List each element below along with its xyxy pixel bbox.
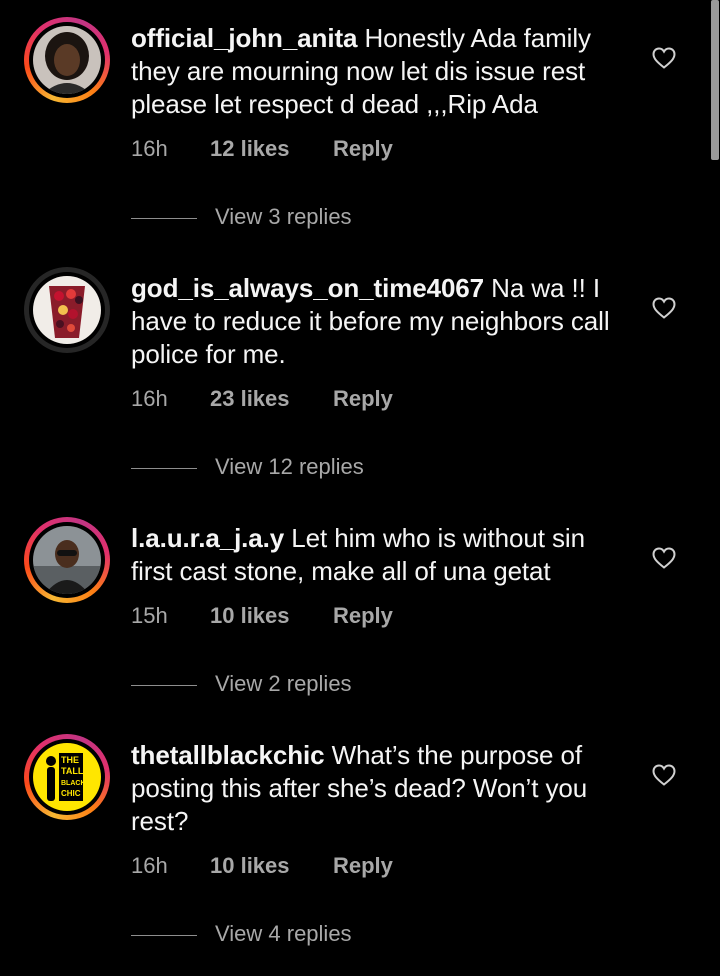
divider bbox=[131, 684, 197, 686]
comment-time: 15h bbox=[131, 603, 168, 628]
comment-username[interactable]: official_john_anita bbox=[131, 23, 357, 53]
avatar-story-ring[interactable] bbox=[24, 517, 110, 603]
comment-meta: 16h 12 likes Reply bbox=[131, 136, 393, 162]
avatar-frame[interactable] bbox=[24, 267, 110, 353]
scrollbar[interactable] bbox=[711, 0, 719, 160]
view-replies-label: View 12 replies bbox=[215, 454, 364, 479]
avatar[interactable]: THE TALL BLACK CHIC bbox=[33, 743, 101, 811]
comment-time: 16h bbox=[131, 386, 168, 411]
comment-text: official_john_anita Honestly Ada family … bbox=[131, 22, 631, 121]
comment-username[interactable]: thetallblackchic bbox=[131, 740, 325, 770]
comment-meta: 15h 10 likes Reply bbox=[131, 603, 393, 629]
comment-text: god_is_always_on_time4067 Na wa !! I hav… bbox=[131, 272, 631, 371]
woman-portrait-icon bbox=[33, 26, 101, 94]
heart-icon[interactable] bbox=[652, 297, 676, 319]
woman-sunglasses-icon bbox=[33, 526, 101, 594]
view-replies-button[interactable]: View 2 replies bbox=[131, 671, 352, 697]
comment-username[interactable]: l.a.u.r.a_j.a.y bbox=[131, 523, 284, 553]
likes-count[interactable]: 12 likes bbox=[210, 136, 333, 162]
view-replies-button[interactable]: View 4 replies bbox=[131, 921, 352, 947]
avatar[interactable] bbox=[33, 276, 101, 344]
avatar-story-ring[interactable]: THE TALL BLACK CHIC bbox=[24, 734, 110, 820]
avatar-story-ring[interactable] bbox=[24, 17, 110, 103]
comment-text: thetallblackchic What’s the purpose of p… bbox=[131, 739, 631, 838]
heart-icon[interactable] bbox=[652, 47, 676, 69]
heart-icon[interactable] bbox=[652, 764, 676, 786]
fruit-cup-icon bbox=[33, 276, 101, 344]
tall-black-chic-logo-icon: THE TALL BLACK CHIC bbox=[33, 743, 101, 811]
likes-count[interactable]: 10 likes bbox=[210, 853, 333, 879]
svg-text:CHIC: CHIC bbox=[61, 789, 81, 798]
divider bbox=[131, 467, 197, 469]
comment-time: 16h bbox=[131, 853, 168, 878]
heart-icon[interactable] bbox=[652, 547, 676, 569]
reply-button[interactable]: Reply bbox=[333, 603, 393, 629]
comment-meta: 16h 10 likes Reply bbox=[131, 853, 393, 879]
divider bbox=[131, 934, 197, 936]
reply-button[interactable]: Reply bbox=[333, 853, 393, 879]
likes-count[interactable]: 23 likes bbox=[210, 386, 333, 412]
view-replies-label: View 4 replies bbox=[215, 921, 352, 946]
reply-button[interactable]: Reply bbox=[333, 386, 393, 412]
view-replies-button[interactable]: View 12 replies bbox=[131, 454, 364, 480]
likes-count[interactable]: 10 likes bbox=[210, 603, 333, 629]
comment-meta: 16h 23 likes Reply bbox=[131, 386, 393, 412]
divider bbox=[131, 217, 197, 219]
avatar[interactable] bbox=[33, 26, 101, 94]
view-replies-label: View 3 replies bbox=[215, 204, 352, 229]
view-replies-label: View 2 replies bbox=[215, 671, 352, 696]
svg-text:TALL: TALL bbox=[61, 766, 84, 776]
comment-time: 16h bbox=[131, 136, 168, 161]
reply-button[interactable]: Reply bbox=[333, 136, 393, 162]
svg-text:THE: THE bbox=[61, 755, 79, 765]
view-replies-button[interactable]: View 3 replies bbox=[131, 204, 352, 230]
svg-text:BLACK: BLACK bbox=[61, 780, 86, 787]
comment-text: l.a.u.r.a_j.a.y Let him who is without s… bbox=[131, 522, 631, 588]
comment-username[interactable]: god_is_always_on_time4067 bbox=[131, 273, 484, 303]
avatar[interactable] bbox=[33, 526, 101, 594]
